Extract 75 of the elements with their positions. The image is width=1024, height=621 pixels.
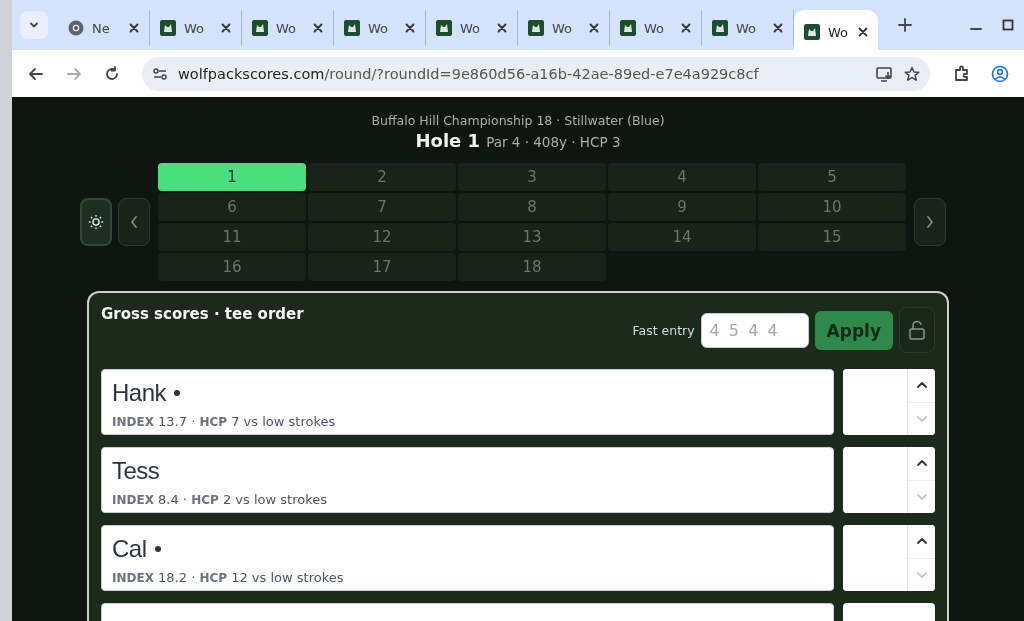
hole-button[interactable]: 17: [308, 253, 456, 281]
hole-button[interactable]: 15: [758, 223, 906, 251]
browser-tab[interactable]: Wo: [610, 10, 702, 46]
profile-icon: [991, 64, 1009, 83]
url-text: wolfpackscores.com/round/?roundId=9e860d56-a16b-42ae-89ed-e7e4a929c8cf: [178, 65, 760, 82]
close-icon[interactable]: [773, 23, 783, 33]
reload-icon: [104, 65, 120, 82]
install-icon[interactable]: [876, 65, 894, 82]
score-field[interactable]: [843, 369, 935, 435]
player-name: Tess: [112, 457, 160, 485]
theme-toggle-button[interactable]: [80, 198, 112, 246]
player-name: Cal: [112, 535, 147, 563]
player-handicap: INDEX 18.2 · HCP 12 vs low strokes: [112, 570, 345, 585]
chevron-down-icon: [916, 415, 927, 422]
plus-icon: [898, 17, 912, 32]
puzzle-icon: [953, 64, 971, 83]
star-icon[interactable]: [904, 65, 920, 82]
chevron-up-icon: [916, 460, 927, 467]
hole-button[interactable]: 4: [608, 163, 756, 191]
sun-icon: [88, 213, 104, 231]
chevron-down-icon: [916, 571, 927, 578]
hole-button[interactable]: 5: [758, 163, 906, 191]
fast-entry-label: Fast entry: [632, 323, 695, 338]
lock-button[interactable]: [899, 307, 935, 353]
hole-button[interactable]: 9: [608, 193, 756, 221]
padlock-icon: [908, 320, 926, 340]
score-field[interactable]: [843, 525, 935, 591]
hole-button[interactable]: 2: [308, 163, 456, 191]
close-icon[interactable]: [589, 23, 599, 33]
close-icon[interactable]: [858, 27, 868, 37]
browser-tab[interactable]: Wo: [426, 10, 518, 46]
chevron-right-icon: [925, 215, 935, 229]
hole-button[interactable]: 3: [458, 163, 606, 191]
chevron-left-icon: [129, 215, 139, 229]
hole-button[interactable]: 1: [158, 163, 306, 191]
player-name: Hank: [112, 379, 167, 407]
site-settings-icon[interactable]: [152, 65, 168, 82]
browser-tab[interactable]: Wo: [334, 10, 426, 46]
card-title: Gross scores · tee order: [101, 305, 305, 323]
address-bar[interactable]: wolfpackscores.com/round/?roundId=9e860d56-a16b-42ae-89ed-e7e4a929c8cf: [142, 56, 930, 91]
close-icon[interactable]: [129, 23, 139, 33]
apply-button[interactable]: Apply: [814, 311, 893, 350]
browser-tab[interactable]: Wo: [518, 10, 610, 46]
hole-button[interactable]: 11: [158, 223, 306, 251]
hole-button[interactable]: 18: [458, 253, 606, 281]
forward-arrow-icon: [66, 65, 82, 82]
close-icon[interactable]: [681, 23, 691, 33]
fast-entry-field[interactable]: 4 5 4 4: [700, 313, 809, 348]
hole-button[interactable]: 12: [308, 223, 456, 251]
player-handicap: INDEX 8.4 · HCP 2 vs low strokes: [112, 492, 328, 507]
close-icon[interactable]: [405, 23, 415, 33]
score-field[interactable]: [843, 447, 935, 513]
browser-tab[interactable]: Wo: [702, 10, 794, 46]
hole-button[interactable]: 14: [608, 223, 756, 251]
chevron-up-icon: [916, 382, 927, 389]
hole-title: Hole 1: [415, 130, 481, 151]
hole-button[interactable]: 16: [158, 253, 306, 281]
hole-button[interactable]: 6: [158, 193, 306, 221]
close-icon[interactable]: [313, 23, 323, 33]
maximize-icon[interactable]: [1002, 19, 1014, 31]
browser-tab[interactable]: Wo: [150, 10, 242, 46]
hole-button[interactable]: 10: [758, 193, 906, 221]
player-handicap: INDEX 13.7 · HCP 7 vs low strokes: [112, 414, 337, 429]
browser-tab[interactable]: Wo: [242, 10, 334, 46]
course-name: Buffalo Hill Championship 18 · Stillwater (Blue): [371, 113, 665, 128]
chevron-up-icon: [916, 538, 927, 545]
close-icon[interactable]: [497, 23, 507, 33]
back-arrow-icon: [28, 65, 44, 82]
hole-button[interactable]: 7: [308, 193, 456, 221]
close-icon[interactable]: [221, 23, 231, 33]
hole-details: Par 4 · 408y · HCP 3: [486, 134, 621, 150]
hole-button[interactable]: 13: [458, 223, 606, 251]
browser-tab[interactable]: Ne: [58, 10, 150, 46]
hole-button[interactable]: 8: [458, 193, 606, 221]
chevron-down-icon: [916, 493, 927, 500]
